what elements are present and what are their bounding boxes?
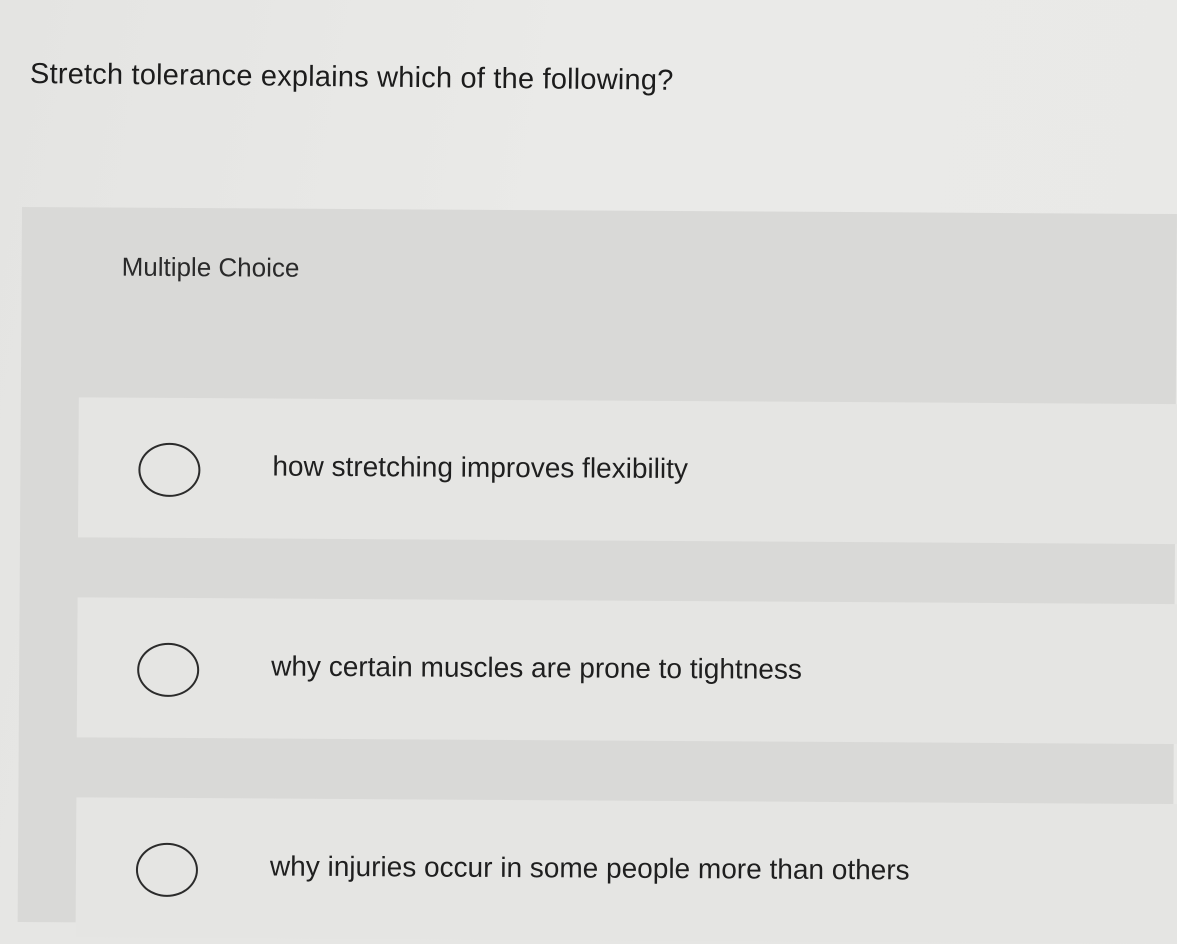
radio-button-1[interactable] [138,442,201,498]
multiple-choice-panel: Multiple Choice how stretching improves … [17,207,1177,944]
question-text: Stretch tolerance explains which of the … [29,58,674,97]
choice-option-1[interactable]: how stretching improves flexibility [77,397,1177,545]
choice-label-2: why certain muscles are prone to tightne… [271,650,802,685]
choice-label-3: why injuries occur in some people more t… [269,850,910,886]
choice-option-2[interactable]: why certain muscles are prone to tightne… [76,597,1177,745]
multiple-choice-header: Multiple Choice [121,251,300,283]
choice-option-3[interactable]: why injuries occur in some people more t… [75,797,1177,944]
radio-button-3[interactable] [135,842,199,898]
quiz-page: Stretch tolerance explains which of the … [0,0,1177,944]
radio-button-2[interactable] [137,642,200,698]
choice-label-1: how stretching improves flexibility [272,450,689,485]
